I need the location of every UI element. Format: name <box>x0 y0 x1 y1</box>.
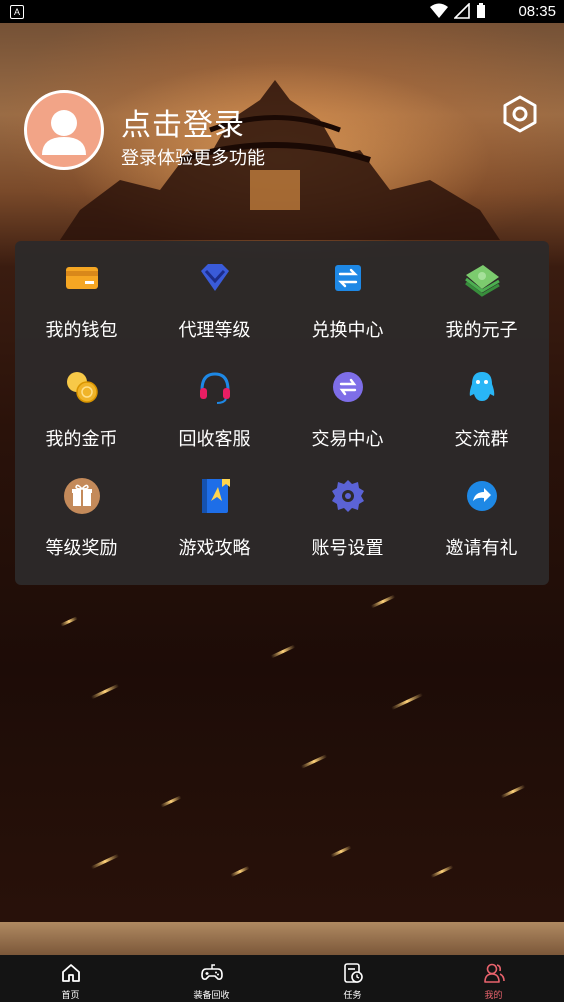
menu-item-label: 兑换中心 <box>311 320 384 341</box>
money-stack-icon <box>465 265 500 297</box>
headset-icon <box>200 372 230 404</box>
menu-item-invite[interactable]: 邀请有礼 <box>415 459 548 559</box>
menu-item-label: 回收客服 <box>178 429 251 450</box>
menu-item-game-guide[interactable]: 游戏攻略 <box>148 459 281 559</box>
login-title[interactable]: 点击登录 <box>121 100 245 144</box>
coins-icon <box>67 372 98 403</box>
menu-item-label: 我的钱包 <box>45 320 118 341</box>
menu-item-exchange[interactable]: 兑换中心 <box>281 241 414 341</box>
menu-item-label: 代理等级 <box>178 320 251 341</box>
menu-item-level-reward[interactable]: 等级奖励 <box>15 459 148 559</box>
home-icon <box>61 964 80 982</box>
exchange-icon <box>335 265 361 291</box>
gift-icon <box>64 478 100 514</box>
menu-item-label: 我的金币 <box>45 429 118 450</box>
menu-item-label: 邀请有礼 <box>445 538 518 559</box>
menu-item-trade[interactable]: 交易中心 <box>281 350 414 450</box>
menu-item-wallet[interactable]: 我的钱包 <box>15 241 148 341</box>
gamepad-icon <box>200 964 223 980</box>
menu-item-account-settings[interactable]: 账号设置 <box>281 459 414 559</box>
guide-book-icon <box>202 479 230 513</box>
status-bar: A 08:35 <box>0 0 564 23</box>
share-icon <box>467 481 497 511</box>
signal-icon <box>454 3 470 19</box>
user-silhouette-icon <box>42 110 86 155</box>
menu-item-label: 游戏攻略 <box>178 538 251 559</box>
wallet-icon <box>66 267 98 289</box>
tab-label: 首页 <box>61 991 80 1001</box>
gear-icon <box>332 480 364 512</box>
user-icon <box>483 963 505 983</box>
wifi-icon <box>430 3 448 18</box>
bottom-tab-bar: 首页 装备回收 任务 我的 <box>0 955 564 1002</box>
tab-tasks[interactable]: 任务 <box>282 955 423 1002</box>
menu-item-recycle-support[interactable]: 回收客服 <box>148 350 281 450</box>
diamond-icon <box>201 264 229 291</box>
menu-item-yuanzi[interactable]: 我的元子 <box>415 241 548 341</box>
tab-label: 任务 <box>343 991 362 1001</box>
menu-item-label: 交流群 <box>454 429 509 450</box>
menu-item-gold[interactable]: 我的金币 <box>15 350 148 450</box>
login-subtitle: 登录体验更多功能 <box>121 148 265 169</box>
app-notification-icon: A <box>10 5 24 19</box>
tab-label: 装备回收 <box>193 991 230 1001</box>
avatar[interactable] <box>24 90 104 170</box>
menu-item-label: 我的元子 <box>445 320 518 341</box>
menu-item-label: 等级奖励 <box>45 538 118 559</box>
tab-mine[interactable]: 我的 <box>423 955 564 1002</box>
tab-equipment-recycle[interactable]: 装备回收 <box>141 955 282 1002</box>
penguin-icon <box>469 372 495 401</box>
tab-label: 我的 <box>484 991 503 1001</box>
menu-panel: 我的钱包 代理等级 兑换中心 我的元子 我的金币 回收客服 交易中心 交流群 等… <box>15 241 549 585</box>
menu-item-label: 交易中心 <box>311 429 384 450</box>
menu-item-group[interactable]: 交流群 <box>415 350 548 450</box>
menu-item-label: 账号设置 <box>311 538 384 559</box>
clock: 08:35 <box>518 3 556 20</box>
settings-icon[interactable] <box>500 94 540 134</box>
task-icon <box>343 963 363 983</box>
trade-icon <box>333 372 363 402</box>
battery-icon <box>477 3 485 18</box>
tab-home[interactable]: 首页 <box>0 955 141 1002</box>
menu-item-agent-level[interactable]: 代理等级 <box>148 241 281 341</box>
